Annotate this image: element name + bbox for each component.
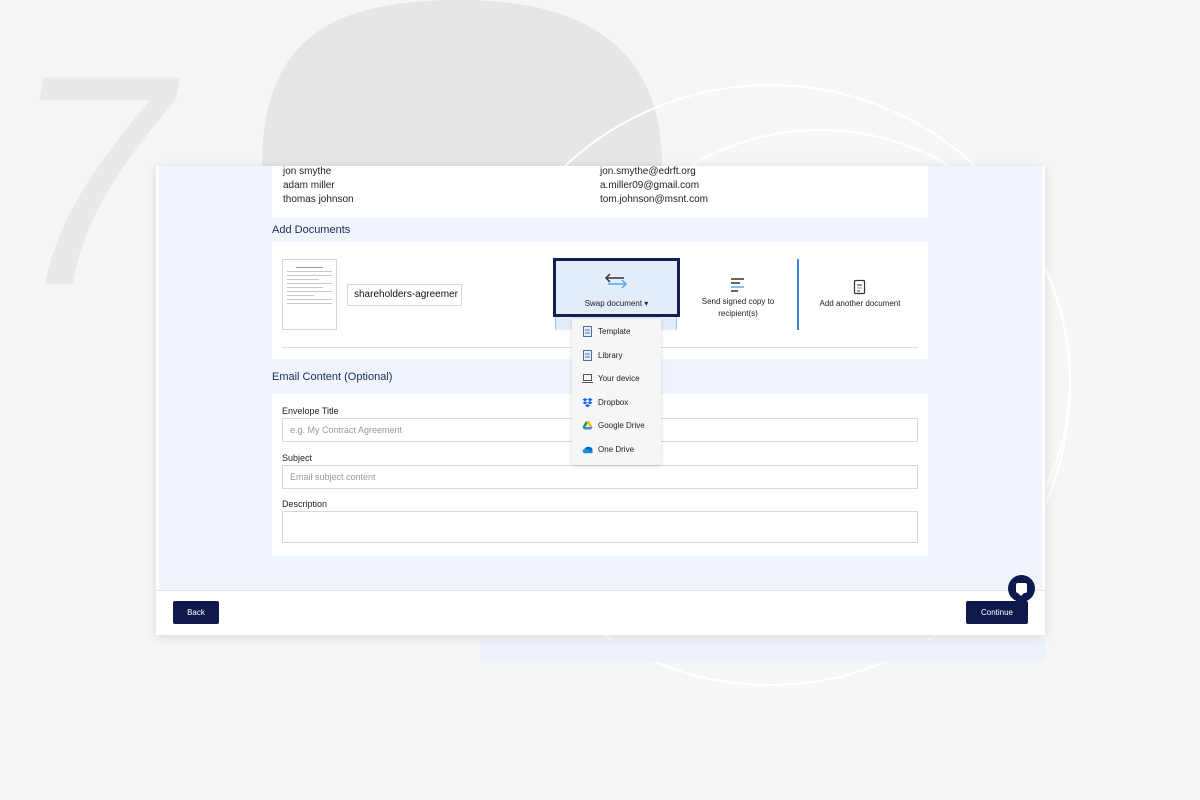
recipient-email: jon.smythe@edrft.org (600, 166, 696, 177)
recipient-email: tom.johnson@msnt.com (600, 194, 708, 205)
onedrive-icon (582, 444, 593, 455)
chat-bubble-icon (1016, 583, 1027, 596)
swap-document-menu: Template Library Your device Dropbox Goo… (572, 319, 661, 465)
swap-document-button[interactable]: Swap document ▾ (553, 258, 680, 317)
add-document-icon (853, 279, 866, 295)
menu-item-label: Dropbox (598, 397, 629, 407)
add-another-document-label: Add another document (819, 299, 901, 308)
action-divider (797, 259, 799, 330)
send-copy-label-line1: Send signed copy to (701, 297, 775, 306)
laptop-icon (582, 373, 593, 384)
recipients-panel: jon smythe jon.smythe@edrft.org adam mil… (272, 166, 928, 218)
menu-item-google-drive[interactable]: Google Drive (582, 418, 645, 432)
menu-item-label: Your device (598, 373, 640, 383)
recipient-name: thomas johnson (283, 194, 354, 205)
send-signed-copy-action[interactable]: Send signed copy to recipient(s) (690, 277, 786, 320)
add-another-document-action[interactable]: Add another document (808, 279, 912, 310)
menu-item-label: Library (598, 350, 623, 360)
recipient-email: a.miller09@gmail.com (600, 180, 700, 191)
menu-item-dropbox[interactable]: Dropbox (582, 395, 628, 409)
menu-item-label: One Drive (598, 444, 635, 454)
document-icon (582, 325, 593, 337)
send-copy-icon (731, 278, 744, 292)
envelope-title-label: Envelope Title (282, 406, 339, 416)
add-documents-title: Add Documents (272, 224, 351, 236)
menu-item-label: Template (598, 326, 631, 336)
subject-label: Subject (282, 453, 313, 463)
google-drive-icon (582, 420, 593, 431)
menu-item-template[interactable]: Template (582, 324, 630, 338)
recipient-name: adam miller (283, 180, 335, 191)
document-icon (582, 349, 593, 361)
document-name-field[interactable]: shareholders-agreemer (347, 284, 462, 306)
description-input[interactable] (282, 511, 918, 543)
subject-input[interactable]: Email subject content (282, 465, 918, 489)
footer-divider (156, 590, 1045, 591)
menu-item-label: Google Drive (598, 420, 645, 430)
swap-arrows-icon (604, 273, 628, 289)
send-copy-label-line2: recipient(s) (718, 309, 758, 318)
menu-item-library[interactable]: Library (582, 348, 622, 362)
swap-document-label: Swap document ▾ (584, 299, 649, 308)
document-thumbnail[interactable] (282, 259, 337, 330)
email-content-title: Email Content (Optional) (272, 371, 393, 383)
back-button[interactable]: Back (173, 601, 219, 624)
dropbox-icon (582, 397, 593, 408)
recipient-name: jon smythe (283, 166, 332, 177)
menu-item-one-drive[interactable]: One Drive (582, 442, 634, 456)
menu-item-your-device[interactable]: Your device (582, 371, 640, 385)
continue-button[interactable]: Continue (966, 601, 1028, 624)
description-label: Description (282, 499, 328, 509)
chat-support-button[interactable] (1008, 575, 1035, 602)
